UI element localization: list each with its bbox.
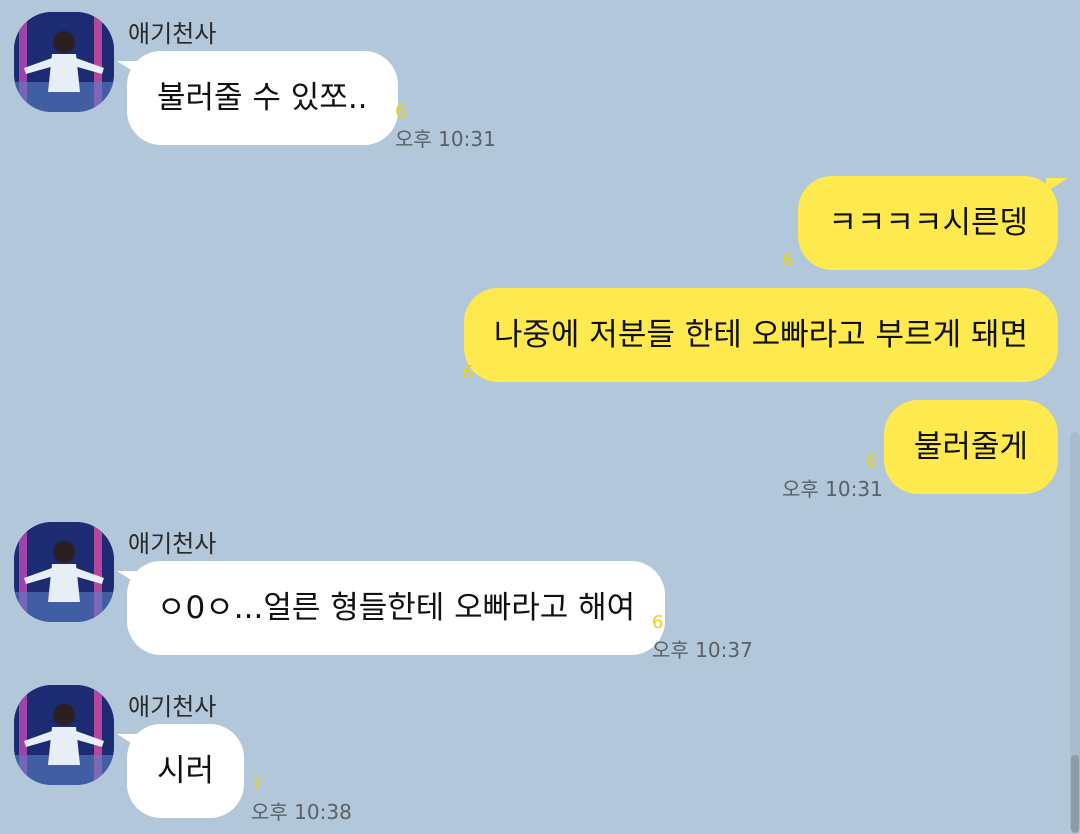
unread-count: 7 [251, 774, 263, 795]
message-bubble-incoming[interactable]: 시러 [117, 724, 245, 818]
sender-name: 애기천사 [128, 20, 217, 48]
message-bubble-incoming[interactable]: ㅇ0ㅇ...얼른 형들한테 오빠라고 해여 [117, 561, 666, 655]
message-time: 오후 10:31 [782, 477, 883, 501]
avatar[interactable] [14, 12, 114, 112]
unread-count: 6 [395, 101, 407, 122]
sender-name: 애기천사 [128, 693, 217, 721]
unread-count: 6 [866, 451, 878, 472]
unread-count: 6 [462, 362, 474, 383]
message-text: 나중에 저분들 한테 오빠라고 부르게 돼면 [493, 317, 1028, 353]
avatar[interactable] [14, 522, 114, 622]
message-time: 오후 10:37 [652, 638, 753, 662]
message-text: 불러줄 수 있쪼.. [157, 80, 368, 116]
message-bubble-outgoing[interactable]: 불러줄게 [883, 400, 1058, 494]
message-text: ㅋㅋㅋㅋ시른뎅 [828, 205, 1028, 241]
message-text: 시러 [157, 753, 215, 789]
message-time: 오후 10:31 [395, 127, 496, 151]
message-bubble-outgoing[interactable]: ㅋㅋㅋㅋ시른뎅 [798, 176, 1068, 270]
avatar[interactable] [14, 685, 114, 785]
scrollbar-thumb[interactable] [1071, 755, 1079, 833]
sender-name: 애기천사 [128, 530, 217, 558]
message-bubble-outgoing[interactable]: 나중에 저분들 한테 오빠라고 부르게 돼면 [463, 288, 1058, 382]
message-text: 불러줄게 [913, 429, 1028, 465]
message-bubble-incoming[interactable]: 불러줄 수 있쪼.. [117, 51, 398, 145]
message-time: 오후 10:38 [251, 800, 352, 824]
unread-count: 6 [652, 612, 664, 633]
unread-count: 6 [782, 250, 794, 271]
message-text: ㅇ0ㅇ...얼른 형들한테 오빠라고 해여 [157, 590, 636, 626]
